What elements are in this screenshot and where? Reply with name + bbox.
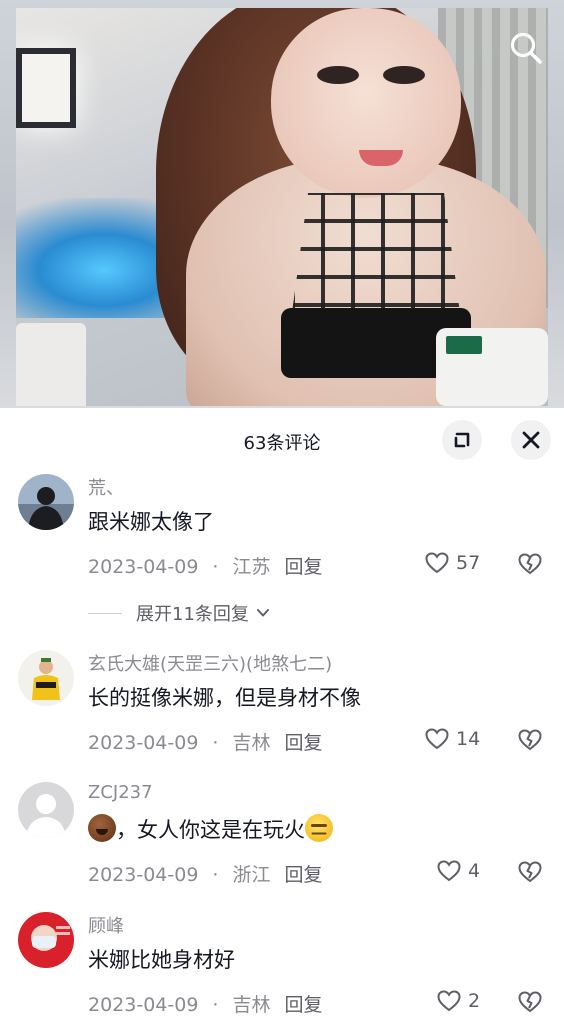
like-button[interactable]: 14 <box>424 722 480 756</box>
person-left-eye <box>317 66 359 84</box>
broken-heart-icon <box>518 553 542 575</box>
reply-button[interactable]: 回复 <box>284 864 322 886</box>
comment-location: 江苏 <box>232 556 271 578</box>
comment-text-body: ，女人你这是在玩火 <box>116 818 305 842</box>
meta-separator: · <box>212 864 219 886</box>
avatar-image <box>18 474 74 530</box>
comment-text: 跟米娜太像了 <box>88 510 214 534</box>
comment-date: 2023-04-09 <box>88 994 199 1016</box>
heart-icon <box>425 552 449 574</box>
default-avatar-icon <box>18 782 74 838</box>
avatar[interactable] <box>18 474 74 530</box>
expand-panel-button[interactable] <box>442 420 482 460</box>
expand-icon <box>454 432 470 448</box>
search-button[interactable] <box>506 28 546 68</box>
comment-meta: 2023-04-09 · 吉林 回复 <box>88 728 323 755</box>
smirk-emoji-icon <box>305 814 333 842</box>
broken-heart-icon <box>518 729 542 751</box>
dislike-button[interactable] <box>516 988 544 1016</box>
meta-separator: · <box>212 556 219 578</box>
like-button[interactable]: 2 <box>436 984 480 1018</box>
reply-button[interactable]: 回复 <box>284 994 322 1016</box>
heart-icon <box>437 990 461 1012</box>
chevron-down-icon <box>256 609 269 617</box>
avatar[interactable] <box>18 650 74 706</box>
person-face <box>271 8 461 198</box>
video-frame <box>16 8 548 406</box>
close-panel-button[interactable] <box>511 420 551 460</box>
comment-location: 吉林 <box>232 994 271 1016</box>
like-count: 14 <box>456 728 481 750</box>
background-appliance <box>436 328 548 406</box>
comment-date: 2023-04-09 <box>88 732 199 754</box>
heart-icon <box>425 728 449 750</box>
avatar[interactable] <box>18 782 74 838</box>
like-button[interactable]: 4 <box>436 854 480 888</box>
comment-meta: 2023-04-09 · 浙江 回复 <box>88 860 323 887</box>
broken-heart-icon <box>518 991 542 1013</box>
comment-date: 2023-04-09 <box>88 864 199 886</box>
comment-location: 浙江 <box>232 864 271 886</box>
reply-button[interactable]: 回复 <box>284 732 322 754</box>
expand-replies-label: 展开11条回复 <box>136 604 249 625</box>
meta-separator: · <box>212 732 219 754</box>
reply-button[interactable]: 回复 <box>284 556 322 578</box>
comment-date: 2023-04-09 <box>88 556 199 578</box>
person-lips <box>359 150 403 166</box>
like-count: 4 <box>468 860 481 882</box>
dislike-button[interactable] <box>516 858 544 886</box>
like-count: 2 <box>468 990 481 1012</box>
expand-replies-button[interactable]: 展开11条回复 <box>88 600 271 626</box>
broken-heart-icon <box>518 861 542 883</box>
dislike-button[interactable] <box>516 550 544 578</box>
comment-meta: 2023-04-09 · 江苏 回复 <box>88 552 323 579</box>
heart-icon <box>437 860 461 882</box>
comment-text: 长的挺像米娜，但是身材不像 <box>88 686 361 710</box>
shocked-face-emoji-icon <box>88 814 116 842</box>
comment-location: 吉林 <box>232 732 271 754</box>
studio-lamp <box>16 48 76 128</box>
comment-panel-header: 63条评论 <box>0 408 564 472</box>
comment-username[interactable]: 荒、 <box>88 474 124 500</box>
avatar-image <box>18 912 74 968</box>
avatar-image <box>18 650 74 706</box>
expand-replies-line <box>88 612 122 614</box>
comment-text: 米娜比她身材好 <box>88 948 235 972</box>
comment-username[interactable]: 顾峰 <box>88 912 124 938</box>
like-count: 57 <box>456 552 481 574</box>
avatar[interactable] <box>18 912 74 968</box>
comment-username[interactable]: 玄氏大雄(天罡三六)(地煞七二) <box>88 650 332 676</box>
comment-username[interactable]: ZCJ237 <box>88 782 153 803</box>
meta-separator: · <box>212 994 219 1016</box>
background-sofa <box>16 323 86 406</box>
comment-text: ，女人你这是在玩火 <box>88 814 333 844</box>
dislike-button[interactable] <box>516 726 544 754</box>
search-icon <box>510 32 542 64</box>
video-player[interactable] <box>0 0 564 408</box>
comment-panel: 63条评论 荒、 跟米娜太像了 2023-04-09 · 江苏 回复 57 展开… <box>0 408 564 1035</box>
like-button[interactable]: 57 <box>424 546 480 580</box>
comment-meta: 2023-04-09 · 吉林 回复 <box>88 990 323 1017</box>
close-icon <box>522 431 540 449</box>
person-right-eye <box>383 66 425 84</box>
appliance-screen <box>446 336 482 354</box>
